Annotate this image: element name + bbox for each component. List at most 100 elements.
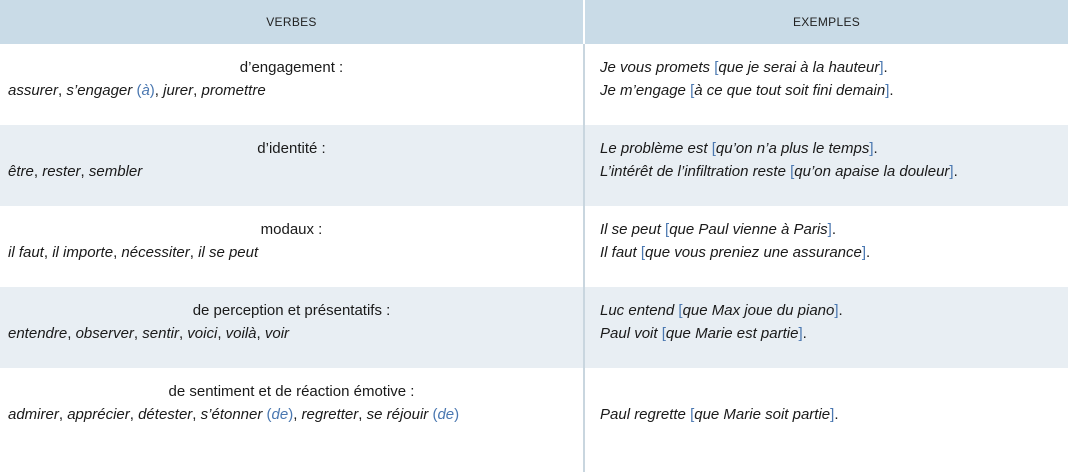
verb-text: voilà xyxy=(225,325,257,342)
verb-punct: , xyxy=(80,163,89,180)
verb-punct: , xyxy=(256,325,265,342)
table-row: d’identité : être, rester, sembler Le prob… xyxy=(0,125,1068,206)
verb-text: il importe xyxy=(52,244,114,261)
example-sentence: Il faut [que vous preniez une assurance]… xyxy=(600,241,1068,264)
verb-text: être xyxy=(8,163,34,180)
verb-punct: , xyxy=(192,406,201,423)
verb-text: voici xyxy=(187,325,218,342)
verb-text: il faut xyxy=(8,244,44,261)
example-text: Paul regrette xyxy=(600,406,691,423)
example-punct: . xyxy=(831,221,836,238)
example-sentence: Je vous promets [que je serai à la haute… xyxy=(600,56,1068,79)
verb-list: admirer, apprécier, détester, s’étonner … xyxy=(8,403,575,426)
verb-category: d’engagement : xyxy=(239,59,344,76)
example-sentence: Paul voit [que Marie est partie]. xyxy=(600,322,1068,345)
example-punct: . xyxy=(883,59,888,76)
verb-text: sentir xyxy=(142,325,179,342)
verb-text: entendre xyxy=(8,325,68,342)
verb-examples-table: VERBES EXEMPLES d’engagement : assurer, s… xyxy=(0,0,1068,472)
example-cell: Le problème est [qu’on n’a plus le temps… xyxy=(584,125,1068,206)
example-text: que Max joue du piano xyxy=(682,302,835,319)
verb-punct: , xyxy=(58,406,68,423)
verb-bracket: ) xyxy=(454,406,460,423)
verb-category: de sentiment et de réaction émotive : xyxy=(168,383,415,400)
verb-punct: , xyxy=(129,406,139,423)
example-text: Le problème est xyxy=(600,140,712,157)
verb-punct: , xyxy=(154,82,164,99)
example-sentence: Luc entend [que Max joue du piano]. xyxy=(600,299,1068,322)
example-punct: . xyxy=(953,163,958,180)
verb-text: rester xyxy=(42,163,81,180)
example-punct: . xyxy=(838,302,843,319)
header-verbs: VERBES xyxy=(0,0,585,44)
example-text: Je m’engage xyxy=(600,82,691,99)
example-punct: . xyxy=(802,325,807,342)
header-row: VERBES EXEMPLES xyxy=(0,0,1068,44)
example-punct: . xyxy=(873,140,878,157)
example-cell: Luc entend [que Max joue du piano]. Paul … xyxy=(584,287,1068,368)
table-row: d’engagement : assurer, s’engager (à), ju… xyxy=(0,44,1068,125)
example-sentence: Je m’engage [à ce que tout soit fini dem… xyxy=(600,79,1068,102)
example-text: que je serai à la hauteur xyxy=(718,59,880,76)
verb-text: regretter xyxy=(301,406,359,423)
verb-preposition: de xyxy=(271,406,289,423)
verb-text: voir xyxy=(264,325,290,342)
verb-text: assurer xyxy=(8,82,59,99)
verb-category: modaux : xyxy=(260,221,323,238)
example-cell: Paul regrette [que Marie soit partie]. xyxy=(584,368,1068,472)
verb-category: de perception et présentatifs : xyxy=(192,302,391,319)
verb-list: entendre, observer, sentir, voici, voilà… xyxy=(8,322,575,345)
verb-punct: , xyxy=(133,325,143,342)
example-text: L’intérêt de l’infiltration reste xyxy=(600,163,791,180)
verb-text: apprécier xyxy=(67,406,130,423)
verb-punct: , xyxy=(189,244,199,261)
example-text: que Paul vienne à Paris xyxy=(669,221,828,238)
example-text: Paul voit xyxy=(600,325,662,342)
header-examples: EXEMPLES xyxy=(584,0,1068,44)
example-punct: . xyxy=(834,406,839,423)
verb-text: il se peut xyxy=(198,244,259,261)
verb-text: observer xyxy=(75,325,134,342)
example-text: qu’on n’a plus le temps xyxy=(715,140,870,157)
verb-category: d’identité : xyxy=(257,140,326,157)
verb-cell: d’identité : être, rester, sembler xyxy=(0,125,585,206)
verb-punct: , xyxy=(43,244,53,261)
example-punct: . xyxy=(889,82,894,99)
verb-punct: , xyxy=(33,163,43,180)
table-row: de sentiment et de réaction émotive : adm… xyxy=(0,368,1068,472)
example-punct: . xyxy=(866,244,871,261)
verb-text: se réjouir xyxy=(366,406,433,423)
example-text: que Marie est partie xyxy=(665,325,799,342)
example-text: à ce que tout soit fini demain xyxy=(694,82,886,99)
verb-text: jurer xyxy=(163,82,194,99)
verb-punct: , xyxy=(217,325,226,342)
verb-cell: de perception et présentatifs : entendre,… xyxy=(0,287,585,368)
example-text: qu’on apaise la douleur xyxy=(794,163,950,180)
example-cell: Il se peut [que Paul vienne à Paris]. Il … xyxy=(584,206,1068,287)
example-text: que Marie soit partie xyxy=(694,406,831,423)
verb-text: détester xyxy=(138,406,193,423)
verb-preposition: de xyxy=(437,406,455,423)
verb-list: assurer, s’engager (à), jurer, promettre xyxy=(8,79,575,102)
table-row: modaux : il faut, il importe, nécessiter,… xyxy=(0,206,1068,287)
example-sentence: Le problème est [qu’on n’a plus le temps… xyxy=(600,137,1068,160)
example-text: Je vous promets xyxy=(600,59,715,76)
example-sentence: L’intérêt de l’infiltration reste [qu’on… xyxy=(600,160,1068,183)
verb-cell: modaux : il faut, il importe, nécessiter,… xyxy=(0,206,585,287)
table-row: de perception et présentatifs : entendre,… xyxy=(0,287,1068,368)
verb-text: admirer xyxy=(8,406,59,423)
example-text: que vous preniez une assurance xyxy=(645,244,862,261)
verb-text: s’engager xyxy=(66,82,137,99)
example-text: Il se peut xyxy=(600,221,666,238)
example-text: Luc entend xyxy=(600,302,679,319)
verb-list: il faut, il importe, nécessiter, il se p… xyxy=(8,241,575,264)
verb-text: promettre xyxy=(201,82,266,99)
verb-text: s’étonner xyxy=(200,406,267,423)
verb-text: nécessiter xyxy=(121,244,190,261)
example-cell: Je vous promets [que je serai à la haute… xyxy=(584,44,1068,125)
verb-punct: , xyxy=(67,325,76,342)
verb-text: sembler xyxy=(88,163,143,180)
table-body: d’engagement : assurer, s’engager (à), ju… xyxy=(0,44,1068,472)
verb-punct: , xyxy=(293,406,302,423)
verb-preposition: à xyxy=(141,82,150,99)
